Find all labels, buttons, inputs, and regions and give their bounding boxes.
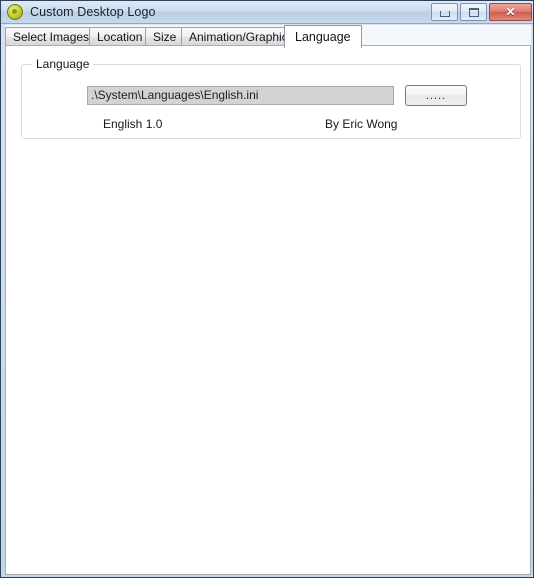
maximize-icon	[468, 7, 479, 17]
close-button[interactable]: ✕	[489, 3, 532, 21]
tab-location[interactable]: Location	[89, 27, 151, 46]
minimize-icon	[439, 11, 450, 17]
language-author-label: By Eric Wong	[325, 117, 398, 131]
title-bar[interactable]: Custom Desktop Logo ✕	[1, 1, 533, 24]
close-icon: ✕	[505, 5, 516, 19]
window-title: Custom Desktop Logo	[30, 5, 156, 19]
app-logo-icon	[7, 4, 23, 20]
tab-content-panel: Language .\System\Languages\English.ini …	[5, 45, 531, 575]
language-group-label: Language	[32, 57, 94, 71]
language-group-box: Language .\System\Languages\English.ini …	[21, 57, 521, 139]
window-controls: ✕	[431, 3, 532, 21]
language-file-path-field[interactable]: .\System\Languages\English.ini	[87, 86, 394, 105]
application-window: Custom Desktop Logo ✕ Select Images Loca…	[0, 0, 534, 578]
browse-language-file-button[interactable]: .....	[405, 85, 467, 106]
tab-select-images[interactable]: Select Images	[5, 27, 98, 46]
maximize-button[interactable]	[460, 3, 487, 21]
tab-strip: Select Images Location Size Animation/Gr…	[5, 25, 531, 48]
minimize-button[interactable]	[431, 3, 458, 21]
tab-size[interactable]: Size	[145, 27, 185, 46]
tab-language[interactable]: Language	[284, 25, 362, 48]
language-version-label: English 1.0	[103, 117, 163, 131]
